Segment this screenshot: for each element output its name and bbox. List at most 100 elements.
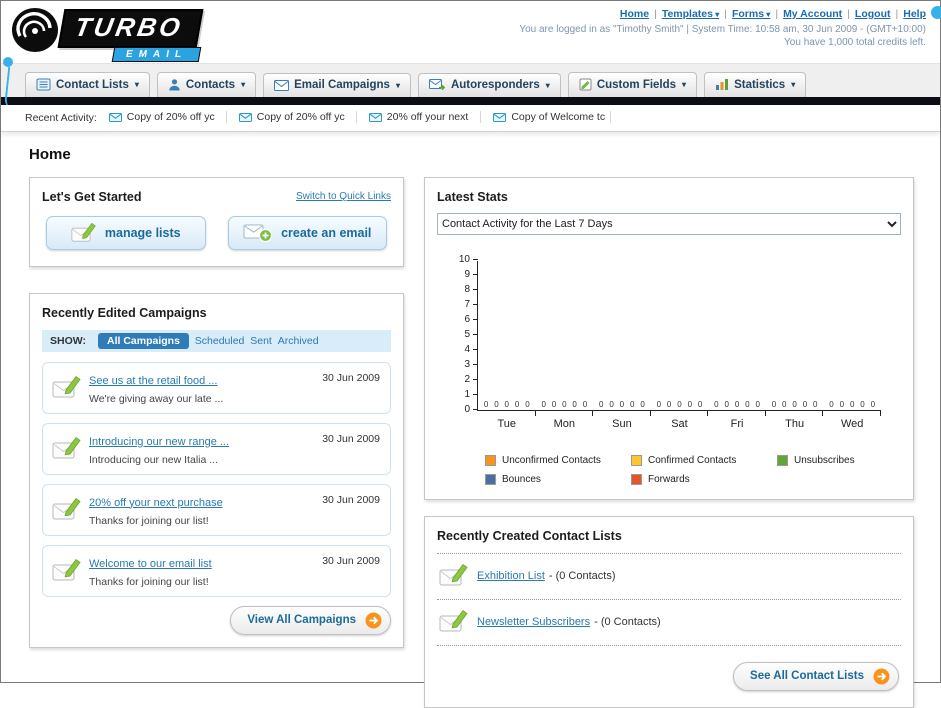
campaign-row[interactable]: See us at the retail food ... We're givin…	[42, 361, 391, 414]
series-value-labels: 00000	[536, 400, 594, 409]
x-tick-label: Fri	[730, 417, 744, 430]
filter-archived[interactable]: Archived	[278, 335, 319, 347]
top-link-help[interactable]: Help	[903, 8, 926, 20]
campaign-title-link[interactable]: See us at the retail food ...	[89, 375, 217, 387]
y-tick-label: 10	[458, 253, 470, 265]
create-email-label: create an email	[281, 225, 372, 240]
tab-contacts[interactable]: Contacts ▾	[156, 72, 257, 97]
top-link-templates[interactable]: Templates ▾	[662, 8, 719, 20]
link-separator: |	[654, 8, 657, 20]
campaign-row[interactable]: 20% off your next purchase Thanks for joi…	[42, 483, 391, 536]
legend-swatch	[631, 473, 642, 485]
chevron-down-icon: ▾	[791, 80, 796, 89]
legend-item: Forwards	[631, 473, 777, 485]
recent-activity-item[interactable]: Copy of 20% off yc	[108, 111, 227, 123]
x-tick-label: Wed	[840, 417, 864, 430]
campaigns-panel-title: Recently Edited Campaigns	[42, 305, 207, 320]
recent-activity-item[interactable]: 20% off your next	[368, 111, 482, 123]
series-value: 0	[551, 399, 557, 409]
legend-label: Bounces	[502, 473, 541, 485]
campaign-title-link[interactable]: Introducing our new range ...	[89, 436, 229, 448]
filter-sent[interactable]: Sent	[250, 335, 272, 347]
campaign-date: 30 Jun 2009	[322, 493, 380, 506]
envelope-pencil-icon	[439, 609, 469, 636]
switch-quick-links-link[interactable]: Switch to Quick Links	[296, 191, 391, 202]
series-value: 0	[656, 399, 662, 409]
series-value: 0	[792, 399, 797, 409]
y-tick-label: 0	[464, 403, 470, 415]
chart-legend: Unconfirmed Contacts Confirmed Contacts Un…	[485, 454, 941, 485]
campaign-subtitle: Thanks for joining our list!	[89, 575, 209, 588]
see-all-contact-lists-button[interactable]: See All Contact Lists	[733, 661, 899, 691]
series-value: 0	[697, 399, 703, 409]
legend-label: Unconfirmed Contacts	[502, 454, 601, 466]
show-label: SHOW:	[50, 334, 86, 347]
contact-list-link[interactable]: Newsletter Subscribers	[477, 616, 590, 628]
filter-scheduled[interactable]: Scheduled	[195, 335, 245, 347]
campaign-title-link[interactable]: Welcome to our email list	[89, 558, 212, 570]
y-tick-label: 9	[464, 268, 470, 280]
series-value: 0	[582, 399, 588, 409]
chevron-down-icon: ▾	[545, 80, 550, 90]
tab-label: Contacts	[185, 78, 236, 91]
contact-lists-panel-title: Recently Created Contact Lists	[437, 528, 622, 543]
create-email-button[interactable]: create an email	[227, 215, 387, 250]
custom-fields-icon	[579, 78, 592, 91]
recent-activity-item[interactable]: Copy of Welcome tc	[493, 111, 612, 123]
filter-all-campaigns[interactable]: All Campaigns	[97, 332, 189, 349]
series-value: 0	[609, 399, 614, 409]
campaign-row[interactable]: Welcome to our email list Thanks for join…	[42, 544, 391, 597]
contacts-icon	[168, 78, 181, 91]
envelope-pencil-icon	[52, 436, 82, 465]
chevron-down-icon: ▾	[395, 80, 400, 90]
series-value: 0	[724, 399, 729, 409]
envelope-pencil-icon	[52, 375, 82, 404]
series-value: 0	[619, 399, 625, 409]
tab-contact-lists[interactable]: Contact Lists ▾	[25, 72, 150, 97]
manage-lists-label: manage lists	[104, 225, 181, 240]
envelope-icon	[238, 112, 252, 122]
tab-statistics[interactable]: Statistics ▾	[704, 72, 807, 97]
tab-custom-fields[interactable]: Custom Fields ▾	[567, 72, 698, 97]
campaign-text: Welcome to our email list Thanks for join…	[89, 554, 306, 588]
main-navigation: Contact Lists ▾ Contacts ▾ Email Campaigns ▾ A…	[1, 63, 940, 97]
contact-list-link[interactable]: Exhibition List	[477, 570, 545, 582]
x-tick-label: Tue	[497, 417, 517, 430]
campaign-row[interactable]: Introducing our new range ... Introducing…	[42, 422, 391, 475]
contact-list-row[interactable]: Newsletter Subscribers - (0 Contacts)	[437, 600, 901, 646]
top-link-my-account[interactable]: My Account	[783, 8, 842, 20]
series-value-labels: 00000	[708, 400, 766, 409]
top-link-forms[interactable]: Forms ▾	[732, 8, 770, 20]
series-value: 0	[514, 399, 520, 409]
activity-item-label: Copy of 20% off yc	[126, 111, 215, 123]
contact-list-row[interactable]: Exhibition List - (0 Contacts)	[437, 554, 901, 600]
tab-label: Custom Fields	[596, 78, 677, 91]
autoresponders-icon	[428, 79, 446, 91]
series-value: 0	[572, 399, 577, 409]
top-link-logout[interactable]: Logout	[855, 8, 891, 20]
campaign-title-link[interactable]: 20% off your next purchase	[89, 497, 223, 509]
manage-lists-button[interactable]: manage lists	[46, 215, 206, 250]
x-tick-mark	[592, 409, 594, 416]
legend-item: Confirmed Contacts	[631, 454, 777, 466]
series-value-labels: 00000	[593, 400, 651, 409]
header-right: Home | Templates ▾ | Forms ▾ | My Account | Logo…	[519, 5, 926, 63]
recent-activity-item[interactable]: Copy of 20% off yc	[238, 111, 357, 123]
envelope-pencil-icon	[52, 558, 82, 587]
view-all-campaigns-button[interactable]: View All Campaigns	[230, 605, 391, 635]
top-link-home[interactable]: Home	[620, 8, 649, 20]
tab-autoresponders[interactable]: Autoresponders ▾	[417, 73, 561, 97]
tab-email-campaigns[interactable]: Email Campaigns ▾	[263, 73, 411, 97]
x-tick-label: Sun	[612, 417, 632, 430]
activity-item-label: Copy of Welcome tc	[511, 111, 606, 123]
logo-words: TURBO EMAIL	[57, 9, 204, 62]
arrow-circle-icon	[873, 668, 890, 685]
series-value: 0	[860, 399, 865, 409]
series-value: 0	[483, 399, 489, 409]
stats-period-select[interactable]: Contact Activity for the Last 7 Days	[437, 212, 901, 235]
y-tick-label: 4	[464, 343, 470, 355]
main-content: Home Let's Get Started Switch to Quick L…	[1, 132, 940, 708]
statistics-icon	[715, 78, 729, 91]
legend-swatch	[485, 473, 496, 485]
y-tick-label: 5	[464, 328, 470, 340]
